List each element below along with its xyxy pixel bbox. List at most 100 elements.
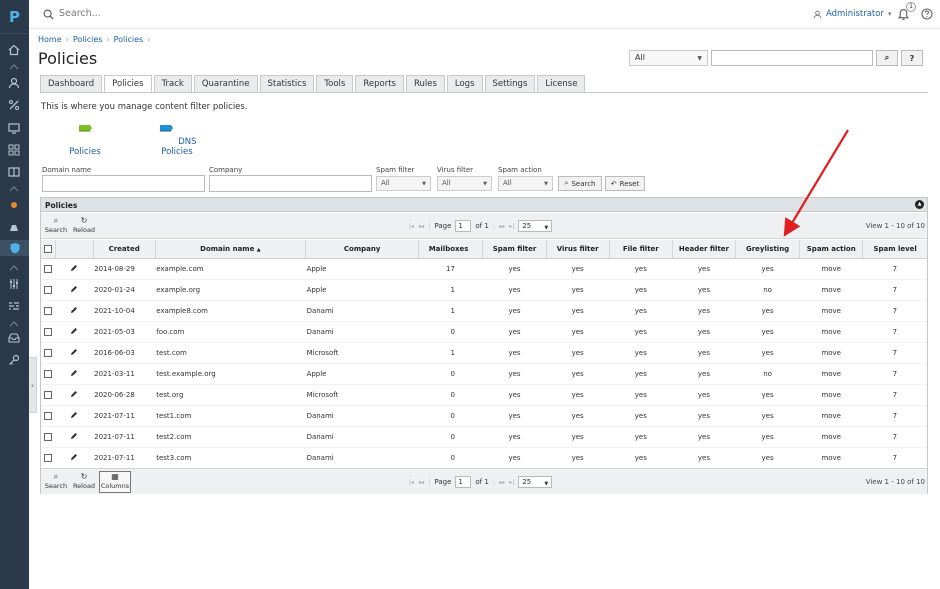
- row-edit-cell[interactable]: [55, 363, 94, 385]
- next-page-icon[interactable]: ▸▸: [499, 479, 505, 486]
- row-select-cell[interactable]: [41, 405, 56, 427]
- first-page-icon[interactable]: |◂: [409, 223, 414, 230]
- next-page-icon[interactable]: ▸▸: [499, 223, 505, 230]
- cell-domain-name[interactable]: test.com: [155, 342, 306, 364]
- cell-domain-name[interactable]: test.example.org: [155, 363, 306, 385]
- row-edit-cell[interactable]: [55, 342, 94, 364]
- tab-license[interactable]: License: [537, 75, 586, 92]
- user-menu[interactable]: Administrator ▾: [813, 9, 891, 19]
- tab-settings[interactable]: Settings: [484, 75, 536, 92]
- grid-reload-button[interactable]: ↻ Reload: [71, 216, 97, 236]
- shortcut-dns-policies[interactable]: DNS Policies: [148, 122, 206, 157]
- column-spam-action[interactable]: Spam action: [799, 240, 864, 259]
- pencil-icon[interactable]: [70, 348, 78, 356]
- tab-tools[interactable]: Tools: [316, 75, 354, 92]
- tab-rules[interactable]: Rules: [405, 75, 445, 92]
- spam-action-select[interactable]: All ▼: [498, 176, 553, 191]
- collapse-grid-icon[interactable]: ▲: [915, 200, 924, 209]
- cell-domain-name[interactable]: foo.com: [155, 321, 306, 343]
- prev-page-icon[interactable]: ◂◂: [418, 223, 424, 230]
- row-select-cell[interactable]: [41, 321, 56, 343]
- pencil-icon[interactable]: [70, 285, 78, 293]
- cell-domain-name[interactable]: example.org: [155, 279, 306, 301]
- pencil-icon[interactable]: [70, 369, 78, 377]
- row-select-cell[interactable]: [41, 258, 56, 280]
- monitor-icon[interactable]: [6, 120, 22, 136]
- row-edit-cell[interactable]: [55, 447, 94, 469]
- row-edit-cell[interactable]: [55, 321, 94, 343]
- pencil-icon[interactable]: [70, 411, 78, 419]
- row-checkbox[interactable]: [44, 411, 53, 420]
- global-search-scope-select[interactable]: All ▼: [629, 50, 708, 66]
- table-row[interactable]: 2020-01-24 example.org Apple 1 yes yes yes yes n…: [41, 279, 927, 301]
- row-checkbox[interactable]: [44, 390, 53, 399]
- row-select-cell[interactable]: [41, 279, 56, 301]
- tasks-icon[interactable]: [6, 298, 22, 314]
- tab-dashboard[interactable]: Dashboard: [40, 75, 103, 92]
- book-icon[interactable]: [6, 164, 22, 180]
- inbox-icon[interactable]: [6, 330, 22, 346]
- rows-per-page-select[interactable]: 25 ▼: [518, 220, 553, 232]
- table-row[interactable]: 2021-07-11 test2.com Danami 0 yes yes yes yes ye…: [41, 426, 927, 448]
- apps-grid-icon[interactable]: [6, 142, 22, 158]
- chevron-up-icon[interactable]: [9, 320, 19, 327]
- filter-reset-button[interactable]: ↶ Reset: [605, 176, 645, 191]
- pencil-icon[interactable]: [70, 432, 78, 440]
- help-icon[interactable]: [921, 8, 933, 20]
- row-select-cell[interactable]: [41, 447, 56, 469]
- pencil-icon[interactable]: [70, 453, 78, 461]
- row-checkbox[interactable]: [44, 453, 53, 462]
- column-virus-filter[interactable]: Virus filter: [546, 240, 610, 259]
- row-edit-cell[interactable]: [55, 426, 94, 448]
- table-row[interactable]: 2021-07-11 test1.com Danami 0 yes yes yes yes ye…: [41, 405, 927, 427]
- tab-reports[interactable]: Reports: [355, 75, 404, 92]
- help-button[interactable]: ?: [901, 50, 923, 66]
- spam-filter-select[interactable]: All ▼: [376, 176, 431, 191]
- column-file-filter[interactable]: File filter: [609, 240, 673, 259]
- row-checkbox[interactable]: [44, 327, 53, 336]
- row-edit-cell[interactable]: [55, 384, 94, 406]
- table-row[interactable]: 2021-07-11 test3.com Danami 0 yes yes yes yes ye…: [41, 447, 927, 469]
- virus-filter-select[interactable]: All ▼: [437, 176, 492, 191]
- pencil-icon[interactable]: [70, 327, 78, 335]
- last-page-icon[interactable]: ▸|: [509, 479, 514, 486]
- page-number-input[interactable]: 1: [455, 476, 472, 488]
- row-edit-cell[interactable]: [55, 300, 94, 322]
- row-edit-cell[interactable]: [55, 405, 94, 427]
- rows-per-page-select[interactable]: 25 ▼: [518, 476, 553, 488]
- chevron-up-icon[interactable]: [9, 264, 19, 271]
- row-checkbox[interactable]: [44, 306, 53, 315]
- global-search-input[interactable]: Search...: [59, 8, 101, 19]
- tab-track[interactable]: Track: [153, 75, 192, 92]
- table-row[interactable]: 2016-06-03 test.com Microsoft 1 yes yes yes yes…: [41, 342, 927, 364]
- tab-quarantine[interactable]: Quarantine: [193, 75, 258, 92]
- pencil-icon[interactable]: [70, 306, 78, 314]
- extension-icon[interactable]: [6, 197, 22, 213]
- row-select-cell[interactable]: [41, 300, 56, 322]
- tab-logs[interactable]: Logs: [446, 75, 483, 92]
- row-checkbox[interactable]: [44, 285, 53, 294]
- sidebar-expand-toggle[interactable]: ›: [29, 357, 37, 413]
- cell-domain-name[interactable]: example8.com: [155, 300, 306, 322]
- row-edit-cell[interactable]: [55, 279, 94, 301]
- column-mailboxes[interactable]: Mailboxes: [418, 240, 484, 259]
- grid-reload-button[interactable]: ↻ Reload: [71, 472, 97, 492]
- column-created[interactable]: Created: [93, 240, 156, 259]
- percent-icon[interactable]: [6, 97, 22, 113]
- column-spam-level[interactable]: Spam level: [862, 240, 927, 259]
- row-checkbox[interactable]: [44, 348, 53, 357]
- column-header-filter[interactable]: Header filter: [672, 240, 737, 259]
- column-spam-filter[interactable]: Spam filter: [482, 240, 547, 259]
- table-row[interactable]: 2014-08-29 example.com Apple 17 yes yes yes yes…: [41, 258, 927, 280]
- filter-search-button[interactable]: ⌕ Search: [558, 176, 602, 191]
- pencil-icon[interactable]: [70, 390, 78, 398]
- select-all-checkbox[interactable]: [43, 244, 52, 253]
- shield-icon[interactable]: [0, 240, 29, 256]
- row-select-cell[interactable]: [41, 384, 56, 406]
- cell-domain-name[interactable]: test1.com: [155, 405, 306, 427]
- row-checkbox[interactable]: [44, 432, 53, 441]
- cell-domain-name[interactable]: test2.com: [155, 426, 306, 448]
- row-select-cell[interactable]: [41, 363, 56, 385]
- app-logo[interactable]: P: [0, 8, 29, 26]
- table-row[interactable]: 2021-03-11 test.example.org Apple 0 yes yes ye…: [41, 363, 927, 385]
